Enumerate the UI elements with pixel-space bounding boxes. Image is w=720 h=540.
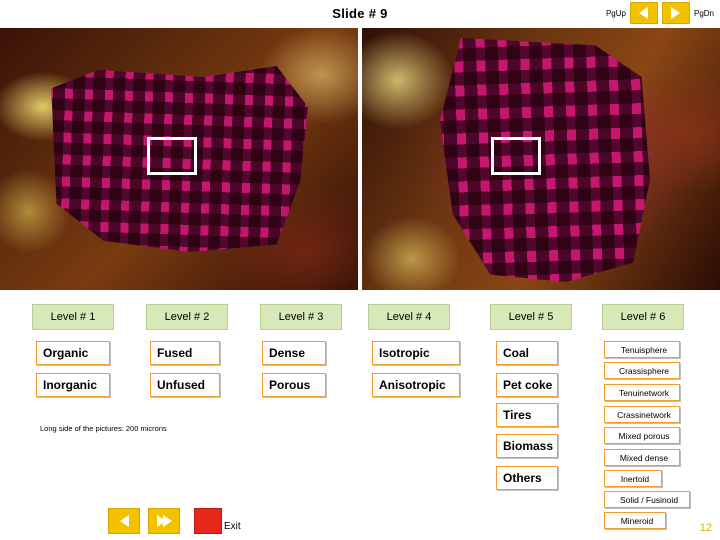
term-crassinetwork[interactable]: Crassinetwork <box>604 406 680 423</box>
slide-navigation: PgUp PgDn <box>606 2 714 24</box>
micrograph-row <box>0 28 720 290</box>
level-header-1: Level # 1 <box>32 304 114 330</box>
term-pet-coke[interactable]: Pet coke <box>496 373 558 397</box>
term-tenuisphere[interactable]: Tenuisphere <box>604 341 680 358</box>
exit-label[interactable]: Exit <box>224 521 241 532</box>
level-header-6: Level # 6 <box>602 304 684 330</box>
level-header-3: Level # 3 <box>260 304 342 330</box>
term-inorganic[interactable]: Inorganic <box>36 373 110 397</box>
stop-button[interactable] <box>194 508 222 534</box>
term-tenuinetwork[interactable]: Tenuinetwork <box>604 384 680 401</box>
term-mixed-porous[interactable]: Mixed porous <box>604 427 680 444</box>
term-coal[interactable]: Coal <box>496 341 558 365</box>
triangle-left-icon <box>119 515 129 527</box>
scale-caption: Long side of the pictures: 200 microns <box>40 424 167 433</box>
back-button[interactable] <box>108 508 140 534</box>
next-slide-button[interactable] <box>661 2 690 24</box>
roi-highlight-right <box>491 137 541 175</box>
term-unfused[interactable]: Unfused <box>150 373 220 397</box>
level-header-4: Level # 4 <box>368 304 450 330</box>
term-biomass[interactable]: Biomass <box>496 434 558 458</box>
term-others[interactable]: Others <box>496 466 558 490</box>
term-organic[interactable]: Organic <box>36 341 110 365</box>
level-header-5: Level # 5 <box>490 304 572 330</box>
level-header-2: Level # 2 <box>146 304 228 330</box>
pgdn-label: PgDn <box>693 8 714 18</box>
term-mineroid[interactable]: Mineroid <box>604 512 666 529</box>
term-porous[interactable]: Porous <box>262 373 326 397</box>
char-particle-right <box>440 38 650 282</box>
slide-root: Slide # 9 PgUp PgDn Level # 1 Level # 2 … <box>0 0 720 540</box>
term-fused[interactable]: Fused <box>150 341 220 365</box>
pgup-label: PgUp <box>605 8 626 18</box>
forward-button[interactable] <box>148 508 180 534</box>
triangle-right-icon <box>671 7 681 19</box>
term-tires[interactable]: Tires <box>496 403 558 427</box>
micrograph-right <box>362 28 720 290</box>
term-isotropic[interactable]: Isotropic <box>372 341 460 365</box>
previous-slide-button[interactable] <box>629 2 658 24</box>
term-inertoid[interactable]: Inertoid <box>604 470 662 487</box>
term-mixed-dense[interactable]: Mixed dense <box>604 449 680 466</box>
term-crassisphere[interactable]: Crassisphere <box>604 362 680 379</box>
roi-highlight-left <box>147 137 197 175</box>
term-dense[interactable]: Dense <box>262 341 326 365</box>
double-triangle-right-icon <box>156 515 172 527</box>
level-header-row: Level # 1 Level # 2 Level # 3 Level # 4 … <box>0 304 720 330</box>
triangle-left-icon <box>639 7 649 19</box>
term-anisotropic[interactable]: Anisotropic <box>372 373 460 397</box>
term-solid-fusinoid[interactable]: Solid / Fusinoid <box>604 491 690 508</box>
page-number: 12 <box>699 522 712 534</box>
